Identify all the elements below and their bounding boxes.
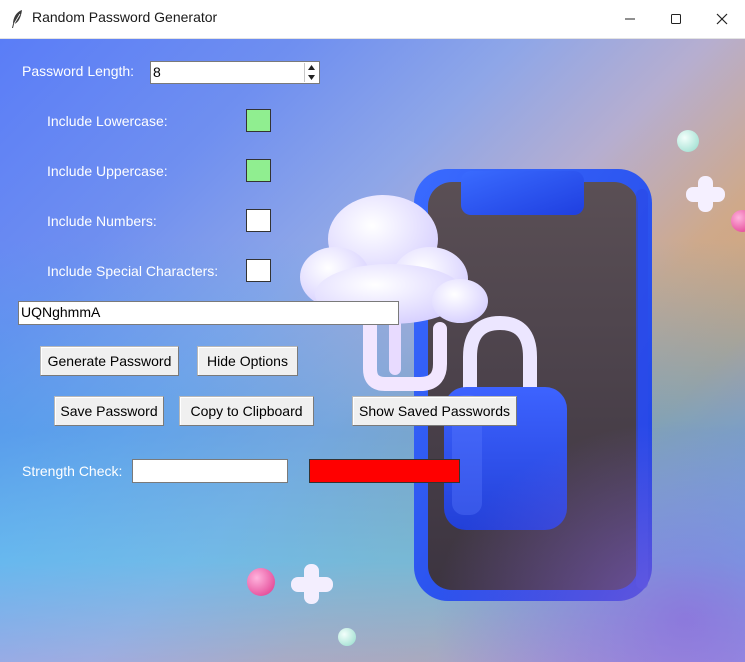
include-lowercase-checkbox[interactable] bbox=[246, 109, 271, 132]
include-uppercase-checkbox[interactable] bbox=[246, 159, 271, 182]
maximize-icon bbox=[670, 10, 682, 29]
main-panel: Password Length: 8 Include Lowercase: In… bbox=[0, 39, 745, 662]
password-output-field[interactable]: UQNghmmA bbox=[18, 301, 399, 325]
copy-to-clipboard-button[interactable]: Copy to Clipboard bbox=[179, 396, 314, 426]
include-numbers-label: Include Numbers: bbox=[47, 213, 157, 229]
include-lowercase-label: Include Lowercase: bbox=[47, 113, 168, 129]
window-title: Random Password Generator bbox=[32, 9, 218, 25]
maximize-button[interactable] bbox=[653, 0, 699, 38]
spin-down-icon[interactable] bbox=[305, 73, 318, 82]
close-button[interactable] bbox=[699, 0, 745, 38]
include-special-label: Include Special Characters: bbox=[47, 263, 219, 279]
title-bar: Random Password Generator bbox=[0, 0, 745, 39]
hide-options-button[interactable]: Hide Options bbox=[197, 346, 298, 376]
password-length-label: Password Length: bbox=[22, 63, 135, 79]
save-password-button[interactable]: Save Password bbox=[54, 396, 164, 426]
minimize-button[interactable] bbox=[607, 0, 653, 38]
strength-check-label: Strength Check: bbox=[22, 463, 123, 479]
include-numbers-checkbox[interactable] bbox=[246, 209, 271, 232]
feather-icon bbox=[10, 9, 24, 29]
spin-up-icon[interactable] bbox=[305, 63, 318, 72]
app-window: Random Password Generator Password Lengt… bbox=[0, 0, 745, 662]
include-special-checkbox[interactable] bbox=[246, 259, 271, 282]
password-length-value[interactable]: 8 bbox=[153, 63, 161, 82]
include-uppercase-label: Include Uppercase: bbox=[47, 163, 168, 179]
strength-check-field[interactable] bbox=[132, 459, 288, 483]
close-icon bbox=[716, 10, 728, 29]
strength-indicator bbox=[309, 459, 460, 483]
generate-password-button[interactable]: Generate Password bbox=[40, 346, 179, 376]
minimize-icon bbox=[624, 10, 636, 29]
spin-arrows bbox=[304, 63, 318, 82]
show-saved-passwords-button[interactable]: Show Saved Passwords bbox=[352, 396, 517, 426]
password-length-spinbox[interactable]: 8 bbox=[150, 61, 320, 84]
